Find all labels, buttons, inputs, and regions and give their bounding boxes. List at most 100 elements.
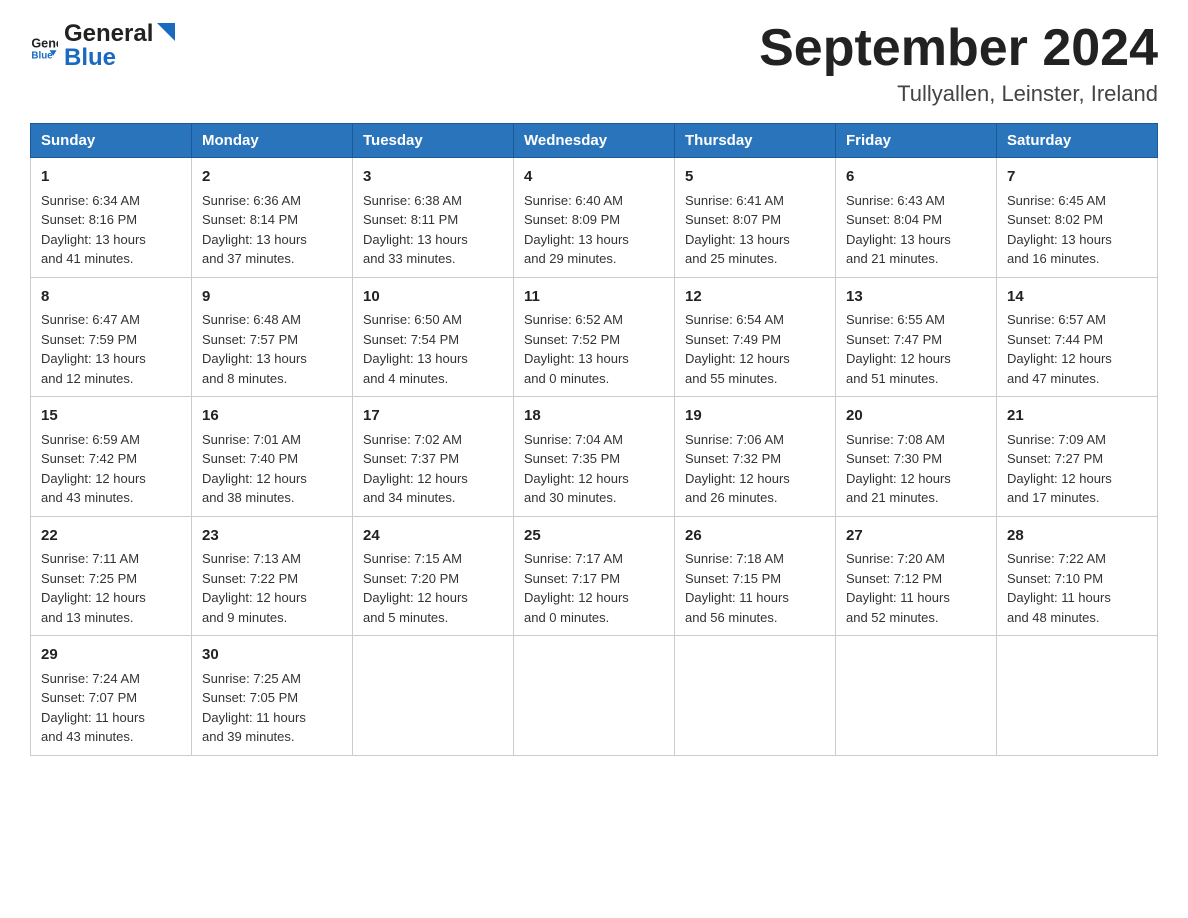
logo-icon: General Blue <box>30 32 58 60</box>
calendar-cell <box>514 636 675 756</box>
calendar-cell: 20 Sunrise: 7:08 AMSunset: 7:30 PMDaylig… <box>836 397 997 517</box>
calendar-cell: 7 Sunrise: 6:45 AMSunset: 8:02 PMDayligh… <box>997 158 1158 278</box>
calendar-cell: 22 Sunrise: 7:11 AMSunset: 7:25 PMDaylig… <box>31 516 192 636</box>
day-number: 21 <box>1007 405 1147 428</box>
calendar-cell: 18 Sunrise: 7:04 AMSunset: 7:35 PMDaylig… <box>514 397 675 517</box>
svg-text:Blue: Blue <box>31 51 53 60</box>
week-row-4: 22 Sunrise: 7:11 AMSunset: 7:25 PMDaylig… <box>31 516 1158 636</box>
day-number: 27 <box>846 525 986 548</box>
day-number: 28 <box>1007 525 1147 548</box>
week-row-5: 29 Sunrise: 7:24 AMSunset: 7:07 PMDaylig… <box>31 636 1158 756</box>
day-info: Sunrise: 6:43 AMSunset: 8:04 PMDaylight:… <box>846 193 951 267</box>
logo-blue: Blue <box>64 44 175 72</box>
day-number: 13 <box>846 286 986 309</box>
day-number: 17 <box>363 405 503 428</box>
day-info: Sunrise: 6:36 AMSunset: 8:14 PMDaylight:… <box>202 193 307 267</box>
calendar-cell: 28 Sunrise: 7:22 AMSunset: 7:10 PMDaylig… <box>997 516 1158 636</box>
day-info: Sunrise: 7:22 AMSunset: 7:10 PMDaylight:… <box>1007 551 1111 625</box>
calendar-cell <box>997 636 1158 756</box>
day-number: 16 <box>202 405 342 428</box>
day-number: 7 <box>1007 166 1147 189</box>
day-number: 24 <box>363 525 503 548</box>
day-number: 18 <box>524 405 664 428</box>
day-number: 19 <box>685 405 825 428</box>
svg-text:General: General <box>31 36 58 50</box>
calendar-cell: 4 Sunrise: 6:40 AMSunset: 8:09 PMDayligh… <box>514 158 675 278</box>
header-thursday: Thursday <box>675 124 836 158</box>
calendar-cell: 27 Sunrise: 7:20 AMSunset: 7:12 PMDaylig… <box>836 516 997 636</box>
day-number: 6 <box>846 166 986 189</box>
calendar-cell: 13 Sunrise: 6:55 AMSunset: 7:47 PMDaylig… <box>836 277 997 397</box>
day-info: Sunrise: 6:59 AMSunset: 7:42 PMDaylight:… <box>41 432 146 506</box>
day-number: 10 <box>363 286 503 309</box>
calendar-cell: 3 Sunrise: 6:38 AMSunset: 8:11 PMDayligh… <box>353 158 514 278</box>
calendar-cell: 9 Sunrise: 6:48 AMSunset: 7:57 PMDayligh… <box>192 277 353 397</box>
day-info: Sunrise: 7:02 AMSunset: 7:37 PMDaylight:… <box>363 432 468 506</box>
day-number: 30 <box>202 644 342 667</box>
calendar-cell: 26 Sunrise: 7:18 AMSunset: 7:15 PMDaylig… <box>675 516 836 636</box>
day-number: 4 <box>524 166 664 189</box>
day-number: 11 <box>524 286 664 309</box>
title-block: September 2024 Tullyallen, Leinster, Ire… <box>759 20 1158 107</box>
week-row-3: 15 Sunrise: 6:59 AMSunset: 7:42 PMDaylig… <box>31 397 1158 517</box>
calendar-cell: 16 Sunrise: 7:01 AMSunset: 7:40 PMDaylig… <box>192 397 353 517</box>
day-info: Sunrise: 7:20 AMSunset: 7:12 PMDaylight:… <box>846 551 950 625</box>
calendar-cell: 1 Sunrise: 6:34 AMSunset: 8:16 PMDayligh… <box>31 158 192 278</box>
logo: General Blue General Blue <box>30 20 175 72</box>
calendar-table: SundayMondayTuesdayWednesdayThursdayFrid… <box>30 123 1158 756</box>
day-info: Sunrise: 6:38 AMSunset: 8:11 PMDaylight:… <box>363 193 468 267</box>
day-info: Sunrise: 6:41 AMSunset: 8:07 PMDaylight:… <box>685 193 790 267</box>
calendar-cell <box>836 636 997 756</box>
calendar-cell: 30 Sunrise: 7:25 AMSunset: 7:05 PMDaylig… <box>192 636 353 756</box>
day-number: 2 <box>202 166 342 189</box>
day-info: Sunrise: 7:13 AMSunset: 7:22 PMDaylight:… <box>202 551 307 625</box>
day-info: Sunrise: 7:18 AMSunset: 7:15 PMDaylight:… <box>685 551 789 625</box>
day-info: Sunrise: 7:15 AMSunset: 7:20 PMDaylight:… <box>363 551 468 625</box>
day-info: Sunrise: 6:45 AMSunset: 8:02 PMDaylight:… <box>1007 193 1112 267</box>
calendar-cell: 19 Sunrise: 7:06 AMSunset: 7:32 PMDaylig… <box>675 397 836 517</box>
day-info: Sunrise: 6:50 AMSunset: 7:54 PMDaylight:… <box>363 312 468 386</box>
page-header: General Blue General Blue September 2024… <box>30 20 1158 107</box>
week-row-1: 1 Sunrise: 6:34 AMSunset: 8:16 PMDayligh… <box>31 158 1158 278</box>
day-info: Sunrise: 7:11 AMSunset: 7:25 PMDaylight:… <box>41 551 146 625</box>
day-number: 22 <box>41 525 181 548</box>
weekday-header-row: SundayMondayTuesdayWednesdayThursdayFrid… <box>31 124 1158 158</box>
header-friday: Friday <box>836 124 997 158</box>
calendar-cell: 2 Sunrise: 6:36 AMSunset: 8:14 PMDayligh… <box>192 158 353 278</box>
day-info: Sunrise: 7:08 AMSunset: 7:30 PMDaylight:… <box>846 432 951 506</box>
day-info: Sunrise: 7:06 AMSunset: 7:32 PMDaylight:… <box>685 432 790 506</box>
header-monday: Monday <box>192 124 353 158</box>
calendar-cell: 11 Sunrise: 6:52 AMSunset: 7:52 PMDaylig… <box>514 277 675 397</box>
header-wednesday: Wednesday <box>514 124 675 158</box>
location-subtitle: Tullyallen, Leinster, Ireland <box>759 81 1158 107</box>
day-info: Sunrise: 6:55 AMSunset: 7:47 PMDaylight:… <box>846 312 951 386</box>
day-info: Sunrise: 7:25 AMSunset: 7:05 PMDaylight:… <box>202 671 306 745</box>
calendar-cell: 23 Sunrise: 7:13 AMSunset: 7:22 PMDaylig… <box>192 516 353 636</box>
day-info: Sunrise: 7:24 AMSunset: 7:07 PMDaylight:… <box>41 671 145 745</box>
calendar-cell: 29 Sunrise: 7:24 AMSunset: 7:07 PMDaylig… <box>31 636 192 756</box>
calendar-cell: 24 Sunrise: 7:15 AMSunset: 7:20 PMDaylig… <box>353 516 514 636</box>
header-saturday: Saturday <box>997 124 1158 158</box>
day-info: Sunrise: 6:47 AMSunset: 7:59 PMDaylight:… <box>41 312 146 386</box>
day-number: 26 <box>685 525 825 548</box>
day-info: Sunrise: 7:01 AMSunset: 7:40 PMDaylight:… <box>202 432 307 506</box>
day-info: Sunrise: 6:34 AMSunset: 8:16 PMDaylight:… <box>41 193 146 267</box>
day-number: 1 <box>41 166 181 189</box>
day-number: 5 <box>685 166 825 189</box>
day-info: Sunrise: 7:17 AMSunset: 7:17 PMDaylight:… <box>524 551 629 625</box>
calendar-cell: 12 Sunrise: 6:54 AMSunset: 7:49 PMDaylig… <box>675 277 836 397</box>
calendar-cell: 25 Sunrise: 7:17 AMSunset: 7:17 PMDaylig… <box>514 516 675 636</box>
calendar-cell: 14 Sunrise: 6:57 AMSunset: 7:44 PMDaylig… <box>997 277 1158 397</box>
header-sunday: Sunday <box>31 124 192 158</box>
day-number: 29 <box>41 644 181 667</box>
calendar-cell: 10 Sunrise: 6:50 AMSunset: 7:54 PMDaylig… <box>353 277 514 397</box>
day-number: 12 <box>685 286 825 309</box>
calendar-cell <box>675 636 836 756</box>
calendar-cell: 15 Sunrise: 6:59 AMSunset: 7:42 PMDaylig… <box>31 397 192 517</box>
day-number: 14 <box>1007 286 1147 309</box>
day-number: 25 <box>524 525 664 548</box>
calendar-cell: 21 Sunrise: 7:09 AMSunset: 7:27 PMDaylig… <box>997 397 1158 517</box>
header-tuesday: Tuesday <box>353 124 514 158</box>
day-number: 8 <box>41 286 181 309</box>
month-title: September 2024 <box>759 20 1158 77</box>
